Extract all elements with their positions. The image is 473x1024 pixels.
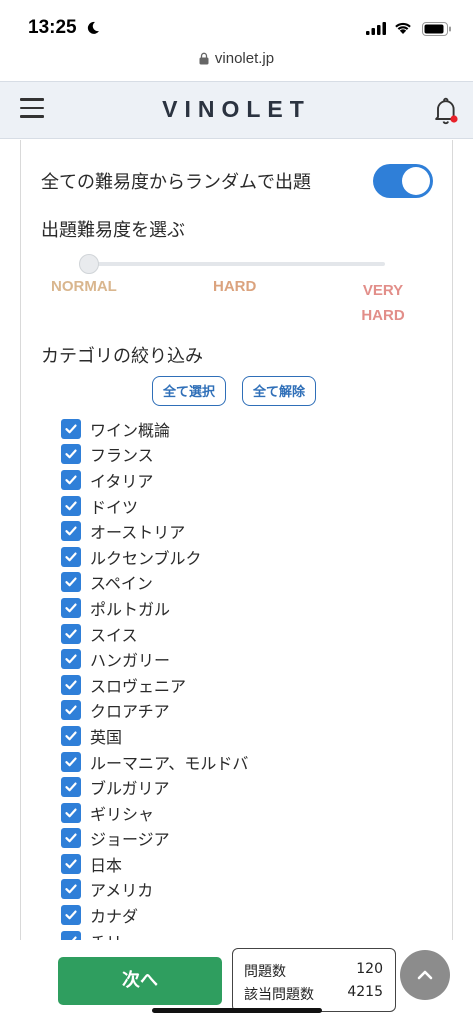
category-list: ワイン概論フランスイタリアドイツオーストリア ルクセンブルク スペインポルトガルスイ… <box>61 416 248 940</box>
category-item[interactable]: 日本 <box>61 851 248 877</box>
difficulty-slider-track[interactable] <box>83 262 385 266</box>
category-item[interactable]: スペイン <box>61 570 248 596</box>
toggle-knob <box>402 167 430 195</box>
status-time: 13:25 <box>28 17 77 38</box>
select-all-button[interactable]: 全て選択 <box>152 376 227 406</box>
wifi-icon <box>395 22 411 34</box>
category-label: ドイツ <box>90 497 139 517</box>
category-label: ルーマニア、モルドバ <box>90 753 249 773</box>
question-count-value: 120 <box>356 961 383 977</box>
difficulty-title: 出題難易度を選ぶ <box>41 220 185 241</box>
checkbox-checked-icon[interactable] <box>61 700 81 721</box>
category-item[interactable]: ルーマニア、モルドバ <box>61 749 248 775</box>
category-item[interactable]: クロアチア <box>61 698 248 724</box>
category-item[interactable]: スイス <box>61 621 248 647</box>
checkbox-checked-icon[interactable] <box>61 444 81 465</box>
category-item[interactable]: フランス <box>61 442 248 468</box>
brand-logo: VINOLET <box>162 96 311 122</box>
status-bar: 13:25 <box>0 0 473 50</box>
category-item[interactable]: ブルガリア <box>61 774 248 800</box>
checkbox-checked-icon[interactable] <box>61 853 81 874</box>
category-label: ポルトガル <box>90 599 171 619</box>
checkbox-checked-icon[interactable] <box>61 879 81 900</box>
checkbox-checked-icon[interactable] <box>61 905 81 926</box>
checkbox-checked-icon[interactable] <box>61 751 81 772</box>
checkbox-checked-icon[interactable] <box>61 521 81 542</box>
category-item[interactable]: 英国 <box>61 723 248 749</box>
chevron-up-icon <box>417 970 433 980</box>
category-label: ルクセンブルク <box>90 548 202 568</box>
checkbox-checked-icon[interactable] <box>61 572 81 593</box>
question-count-box: 問題数 120 該当問題数 4215 <box>232 948 396 1012</box>
random-toggle-label: 全ての難易度からランダムで出題 <box>41 172 311 193</box>
lock-icon <box>199 52 209 65</box>
checkbox-checked-icon[interactable] <box>61 469 81 490</box>
cellular-signal-icon <box>366 22 386 35</box>
category-label: ジョージア <box>90 830 170 850</box>
next-button[interactable]: 次へ <box>58 957 222 1005</box>
checkbox-checked-icon[interactable] <box>61 777 81 798</box>
scroll-to-top-button[interactable] <box>400 950 450 1000</box>
category-label: チリ <box>90 929 122 940</box>
random-toggle[interactable] <box>373 164 433 198</box>
settings-card: 全ての難易度からランダムで出題 出題難易度を選ぶ NORMAL HARD VER… <box>20 140 453 940</box>
category-label: カナダ <box>90 907 139 927</box>
category-label: 日本 <box>90 855 123 875</box>
category-item[interactable]: チリ <box>61 928 248 940</box>
checkbox-checked-icon[interactable] <box>61 725 81 746</box>
moon-icon <box>87 21 99 34</box>
clear-all-button[interactable]: 全て解除 <box>242 376 317 406</box>
checkbox-checked-icon[interactable] <box>61 649 81 670</box>
category-label: スロヴェニア <box>90 676 187 696</box>
checkbox-checked-icon[interactable] <box>61 597 81 618</box>
category-item[interactable]: ギリシャ <box>61 800 248 826</box>
checkbox-checked-icon[interactable] <box>61 546 81 567</box>
checkbox-checked-icon[interactable] <box>61 802 81 823</box>
category-item[interactable]: ワイン概論 <box>61 416 248 442</box>
category-label: フランス <box>90 446 154 466</box>
notification-dot <box>450 115 458 123</box>
question-count-label: 問題数 <box>244 964 286 980</box>
category-label: アメリカ <box>90 881 154 901</box>
category-item[interactable]: ルクセンブルク <box>61 544 248 570</box>
category-label: ハンガリー <box>90 651 171 671</box>
category-label: 英国 <box>90 727 123 747</box>
checkbox-checked-icon[interactable] <box>61 623 81 644</box>
url-text: vinolet.jp <box>214 50 275 67</box>
notification-bell-icon[interactable] <box>433 96 459 126</box>
home-indicator <box>152 1008 322 1013</box>
checkbox-checked-icon[interactable] <box>61 930 81 940</box>
checkbox-checked-icon[interactable] <box>61 495 81 516</box>
category-item[interactable]: オーストリア <box>61 518 248 544</box>
category-label: スペイン <box>90 574 153 594</box>
category-label: ギリシャ <box>90 804 155 824</box>
category-label: スイス <box>90 625 138 645</box>
difficulty-slider-thumb[interactable] <box>79 254 99 274</box>
difficulty-very-hard-label: VERY HARD <box>361 282 405 324</box>
category-label: クロアチア <box>90 702 170 722</box>
battery-icon <box>422 22 451 36</box>
category-label: イタリア <box>90 471 154 491</box>
difficulty-hard-label: HARD <box>213 278 257 295</box>
category-item[interactable]: カナダ <box>61 902 248 928</box>
category-label: オーストリア <box>90 523 186 543</box>
category-label: ワイン概論 <box>90 420 171 440</box>
category-title: カテゴリの絞り込み <box>41 346 203 367</box>
checkbox-checked-icon[interactable] <box>61 674 81 695</box>
category-item[interactable]: スロヴェニア <box>61 672 248 698</box>
checkbox-checked-icon[interactable] <box>61 418 81 439</box>
category-item[interactable]: ハンガリー <box>61 646 248 672</box>
category-item[interactable]: ドイツ <box>61 493 248 519</box>
difficulty-normal-label: NORMAL <box>51 278 117 295</box>
category-item[interactable]: イタリア <box>61 467 248 493</box>
matching-count-label: 該当問題数 <box>244 987 314 1003</box>
category-item[interactable]: ポルトガル <box>61 595 248 621</box>
category-item[interactable]: ジョージア <box>61 826 248 852</box>
app-header: VINOLET <box>0 81 473 139</box>
category-label: ブルガリア <box>90 779 170 799</box>
matching-count-value: 4215 <box>347 984 383 1000</box>
checkbox-checked-icon[interactable] <box>61 828 81 849</box>
url-bar[interactable]: vinolet.jp <box>0 50 473 80</box>
category-item[interactable]: アメリカ <box>61 877 248 903</box>
